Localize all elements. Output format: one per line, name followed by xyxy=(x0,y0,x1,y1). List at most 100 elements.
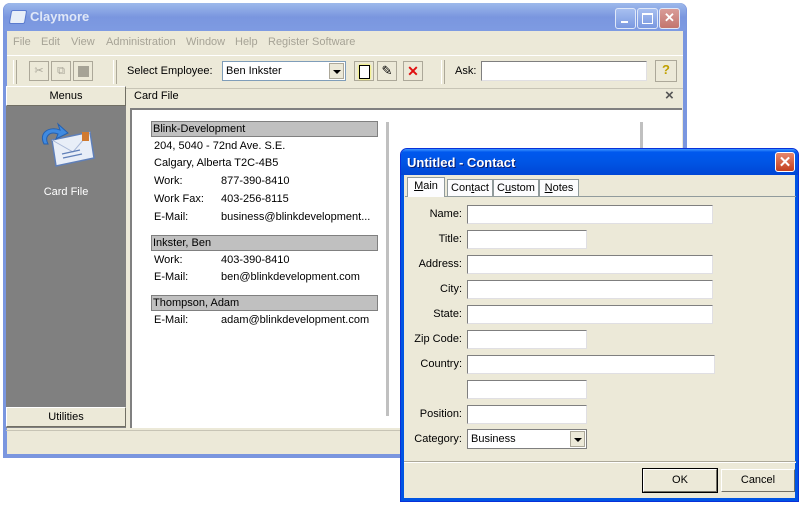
menu-file[interactable]: File xyxy=(13,36,31,48)
field-value: adam@blinkdevelopment.com xyxy=(221,314,370,326)
city-input[interactable] xyxy=(467,280,713,299)
copy-button[interactable]: ⧉ xyxy=(51,61,71,81)
field-value: 403-256-8115 xyxy=(221,193,289,205)
tab-mnemonic: N xyxy=(544,182,553,194)
contact-dialog: Untitled - Contact ✕ Main Contact Custom… xyxy=(400,148,799,502)
address-line: Calgary, Alberta T2C-4B5 xyxy=(154,157,279,169)
minimize-button[interactable] xyxy=(615,8,636,29)
toolbar-grip[interactable] xyxy=(441,60,445,84)
help-book-icon: ? xyxy=(662,62,670,77)
card-file-title: Card File xyxy=(134,90,179,102)
tab-mnemonic: u xyxy=(504,182,512,194)
field-value: 403-390-8410 xyxy=(221,254,290,266)
card-file-close-icon[interactable]: × xyxy=(665,87,674,104)
menu-register-software[interactable]: Register Software xyxy=(268,36,355,48)
field-label: E-Mail: xyxy=(154,271,189,283)
new-document-icon xyxy=(358,65,370,79)
close-button[interactable]: ✕ xyxy=(659,8,680,29)
category-value: Business xyxy=(471,433,516,445)
extra-input[interactable] xyxy=(467,380,587,399)
copy-icon: ⧉ xyxy=(57,65,65,77)
tab-mnemonic: M xyxy=(414,180,424,192)
tab-notes[interactable]: Notes xyxy=(539,179,579,196)
toolbar-grip[interactable] xyxy=(13,60,17,84)
position-label: Position: xyxy=(419,408,462,420)
delete-contact-button[interactable]: ✕ xyxy=(403,61,423,81)
tab-contact[interactable]: Contact xyxy=(447,179,493,196)
chevron-down-icon[interactable] xyxy=(329,63,344,79)
title-label: Title: xyxy=(438,233,462,245)
country-label: Country: xyxy=(420,358,462,370)
address-line: 204, 5040 - 72nd Ave. S.E. xyxy=(154,140,286,152)
edit-contact-button[interactable]: ✎ xyxy=(377,61,397,81)
dialog-title-bar[interactable]: Untitled - Contact ✕ xyxy=(401,149,798,175)
field-label: E-Mail: xyxy=(154,314,189,326)
state-input[interactable] xyxy=(467,305,713,324)
app-icon xyxy=(8,10,28,24)
main-title-bar[interactable]: Claymore ✕ xyxy=(4,3,686,31)
select-employee-value: Ben Inkster xyxy=(226,65,282,77)
category-label: Category: xyxy=(414,433,462,445)
field-label: Work: xyxy=(154,175,183,187)
cancel-button[interactable]: Cancel xyxy=(721,469,795,492)
address-input[interactable] xyxy=(467,255,713,274)
field-value: business@blinkdevelopment... xyxy=(221,211,371,223)
scissors-icon: ✂ xyxy=(34,65,44,77)
field-label: E-Mail: xyxy=(154,211,189,223)
zip-code-input[interactable] xyxy=(467,330,587,349)
select-employee-dropdown[interactable]: Ben Inkster xyxy=(222,61,346,81)
toolbar-grip[interactable] xyxy=(113,60,117,84)
card-file-icon xyxy=(42,122,95,167)
menu-edit[interactable]: Edit xyxy=(41,36,60,48)
dialog-separator xyxy=(404,461,796,463)
toolbar: ✂ ⧉ Select Employee: Ben Inkster ✎ ✕ Ask… xyxy=(7,55,683,89)
field-value: ben@blinkdevelopment.com xyxy=(221,271,360,283)
delete-x-icon: ✕ xyxy=(407,63,419,79)
country-input[interactable] xyxy=(467,355,715,374)
field-label: Work: xyxy=(154,254,183,266)
tab-custom[interactable]: Custom xyxy=(493,179,539,196)
maximize-icon xyxy=(642,13,653,24)
menu-view[interactable]: View xyxy=(71,36,95,48)
dialog-title: Untitled - Contact xyxy=(407,155,516,170)
main-tab-page: Name: Title: Address: City: State: Zip C… xyxy=(405,196,796,463)
field-label: Work Fax: xyxy=(154,193,204,205)
tab-mnemonic: t xyxy=(471,182,475,194)
ok-button[interactable]: OK xyxy=(642,468,718,493)
menu-help[interactable]: Help xyxy=(235,36,258,48)
title-input[interactable] xyxy=(467,230,587,249)
paste-button[interactable] xyxy=(73,61,93,81)
chevron-down-icon[interactable] xyxy=(570,431,585,447)
dialog-close-button[interactable]: ✕ xyxy=(775,152,795,172)
menus-header[interactable]: Menus xyxy=(6,86,126,106)
contact-card-header[interactable]: Thompson, Adam xyxy=(151,295,378,311)
maximize-button[interactable] xyxy=(637,8,658,29)
city-label: City: xyxy=(440,283,462,295)
zip-code-label: Zip Code: xyxy=(414,333,462,345)
position-input[interactable] xyxy=(467,405,587,424)
ask-help-button[interactable]: ? xyxy=(655,60,677,82)
tab-main[interactable]: Main xyxy=(407,177,445,197)
cut-button[interactable]: ✂ xyxy=(29,61,49,81)
select-employee-label: Select Employee: xyxy=(127,65,213,77)
close-icon: ✕ xyxy=(778,154,792,171)
menu-window[interactable]: Window xyxy=(186,36,225,48)
utilities-header[interactable]: Utilities xyxy=(6,407,126,427)
field-value: 877-390-8410 xyxy=(221,175,290,187)
column-divider xyxy=(386,122,389,416)
new-contact-button[interactable] xyxy=(354,61,374,81)
edit-document-icon: ✎ xyxy=(381,63,393,78)
name-label: Name: xyxy=(429,208,462,220)
address-label: Address: xyxy=(418,258,462,270)
state-label: State: xyxy=(433,308,462,320)
menus-pane: Menus Card File Utilities xyxy=(6,86,126,428)
close-icon: ✕ xyxy=(664,10,675,25)
contact-card-header[interactable]: Blink-Development xyxy=(151,121,378,137)
menu-administration[interactable]: Administration xyxy=(106,36,176,48)
card-file-header: Card File × xyxy=(130,86,682,106)
contact-card-header[interactable]: Inkster, Ben xyxy=(151,235,378,251)
category-dropdown[interactable]: Business xyxy=(467,429,587,449)
ask-input[interactable] xyxy=(481,61,647,81)
name-input[interactable] xyxy=(467,205,713,224)
paste-icon xyxy=(77,66,89,77)
